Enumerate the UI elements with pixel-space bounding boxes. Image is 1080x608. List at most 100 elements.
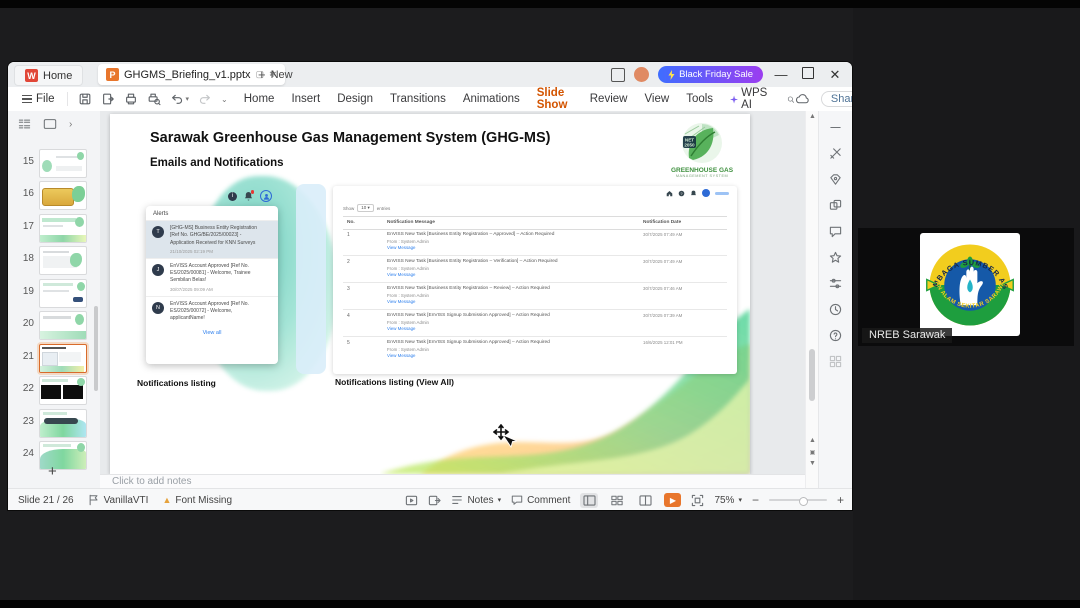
window-switch-icon[interactable] [611,67,626,82]
caption-right: Notifications listing (View All) [335,377,455,387]
zoom-in-button[interactable]: + [837,493,844,507]
caption-left: Notifications listing [137,378,216,388]
home-icon [666,190,673,196]
alerts-header: Alerts [146,206,278,221]
lightning-icon [668,69,675,80]
print-icon[interactable] [124,92,138,106]
print-preview-icon[interactable] [147,92,161,106]
slide-view-icon[interactable] [43,118,57,130]
font-missing-warning[interactable]: ▲ Font Missing [162,495,232,506]
help-icon: ? [678,190,685,196]
view-all-link: View all [202,330,222,337]
thumbnail-panel-scrollbar[interactable] [94,306,98,391]
redo-icon[interactable] [198,92,212,106]
quick-access-toolbar: ▾ ⌄ [66,92,228,106]
participant-video-tile[interactable]: LEMBAGA SUMBER ASLI DAN ALAM SEKITAR SAR… [858,228,1074,346]
theme-chip[interactable]: VanillaVTI [88,494,148,506]
thumbnail-slide-22[interactable]: 22 [8,375,100,405]
menu-design[interactable]: Design [337,93,373,105]
fit-slide-icon[interactable] [691,494,704,507]
slideshow-from-start-icon[interactable] [405,494,418,507]
slide-canvas[interactable]: Sarawak Greenhouse Gas Management System… [100,111,805,474]
mouse-cursor [493,424,517,448]
menu-tools[interactable]: Tools [686,93,713,105]
undo-icon[interactable] [170,92,184,106]
menu-animations[interactable]: Animations [463,93,520,105]
share-button[interactable]: Share ▾ [820,91,852,107]
settings-sliders-icon[interactable] [829,277,842,290]
save-icon[interactable] [78,92,92,106]
ghg-logo-name: GREENHOUSE GAS [670,167,734,174]
collapse-panel-icon[interactable]: › [69,119,72,130]
hamburger-icon [22,93,32,105]
svg-text:?: ? [680,191,682,195]
thumbnail-slide-20[interactable]: 20 [8,310,100,340]
account-avatar[interactable] [634,67,650,82]
cloud-sync-icon[interactable] [795,93,810,105]
zoom-level[interactable]: 75% ▾ [714,495,742,506]
apps-grid-icon[interactable] [829,355,842,368]
zoom-slider[interactable] [768,496,827,506]
alerts-dropdown-panel: Alerts T [GHG-MS] Business Entity Regist… [146,206,278,364]
menu-view[interactable]: View [644,93,669,105]
notes-area[interactable]: Click to add notes [100,474,805,488]
black-friday-sale-button[interactable]: Black Friday Sale [658,66,763,83]
comment-button[interactable]: Comment [511,494,570,506]
thumbnail-slide-18[interactable]: 18 [8,245,100,275]
undo-dropdown-icon[interactable]: ▾ [186,95,190,103]
format-tools-icon[interactable] [829,147,842,160]
plus-icon: + [258,67,266,82]
menu-review[interactable]: Review [590,93,628,105]
menu-slide-show[interactable]: Slide Show [536,87,573,116]
slide-sorter-view-button[interactable] [608,493,626,508]
shapes-icon[interactable] [829,199,842,212]
tab-home[interactable]: W Home [14,65,84,86]
new-tab-button[interactable]: + New [252,65,299,84]
minimize-button[interactable]: — [772,67,790,82]
thumbnail-slide-21-selected[interactable]: 21 [8,343,100,373]
comment-panel-icon[interactable] [829,225,842,238]
thumbnail-slide-17[interactable]: 17 [8,213,100,243]
maximize-button[interactable] [799,67,817,82]
search-icon[interactable] [787,93,795,106]
file-menu[interactable]: File [22,93,55,105]
toolbar-more-icon[interactable]: ⌄ [221,95,228,104]
notes-toggle[interactable]: Notes ▾ [451,494,501,506]
close-button[interactable]: ✕ [826,67,844,83]
export-icon[interactable] [101,92,115,106]
template-premium-icon[interactable] [829,173,842,186]
history-icon[interactable] [829,303,842,316]
thumbnail-slide-19[interactable]: 19 [8,278,100,308]
top-black-strip [0,0,1080,8]
alert-item: T [GHG-MS] Business Entity Registration … [146,221,278,259]
bell-icon [690,190,697,195]
thumbnail-slide-16[interactable]: 16 [8,180,100,210]
thumbnail-slide-15[interactable]: 15 [8,148,100,178]
help-center-icon[interactable] [829,329,842,342]
normal-view-button[interactable] [580,492,599,508]
favorites-icon[interactable] [829,251,842,264]
menu-wps-ai[interactable]: WPS AI [730,87,770,111]
canvas-scrollbar[interactable]: ▲ ▲ ▣ ▼ [805,111,819,488]
reading-view-button[interactable] [636,493,654,508]
slideshow-play-button[interactable]: ▶ [664,493,682,507]
blue-panel-decoration [296,184,326,374]
menu-home[interactable]: Home [244,93,275,105]
ghg-logo-icon: NET 2050 [682,123,722,163]
menu-insert[interactable]: Insert [291,93,320,105]
slide-thumbnail-panel: › 15 16 17 18 19 20 21 22 23 24 + [8,111,101,488]
right-tool-sidebar [818,111,852,488]
zoom-out-button[interactable]: − [752,493,759,507]
current-slide[interactable]: Sarawak Greenhouse Gas Management System… [110,114,750,474]
slide-title: Sarawak Greenhouse Gas Management System… [150,130,551,146]
presenter-view-icon[interactable] [428,494,442,507]
notes-placeholder: Click to add notes [112,476,192,487]
menu-transitions[interactable]: Transitions [390,93,446,105]
scrollbar-thumb[interactable] [809,349,815,401]
outline-view-icon[interactable] [18,118,31,130]
thumbnail-slide-23[interactable]: 23 [8,408,100,438]
collapse-sidebar-icon[interactable] [829,121,842,134]
add-slide-button[interactable]: + [48,463,57,480]
notes-icon [452,496,463,504]
zoom-slider-handle[interactable] [798,496,808,506]
